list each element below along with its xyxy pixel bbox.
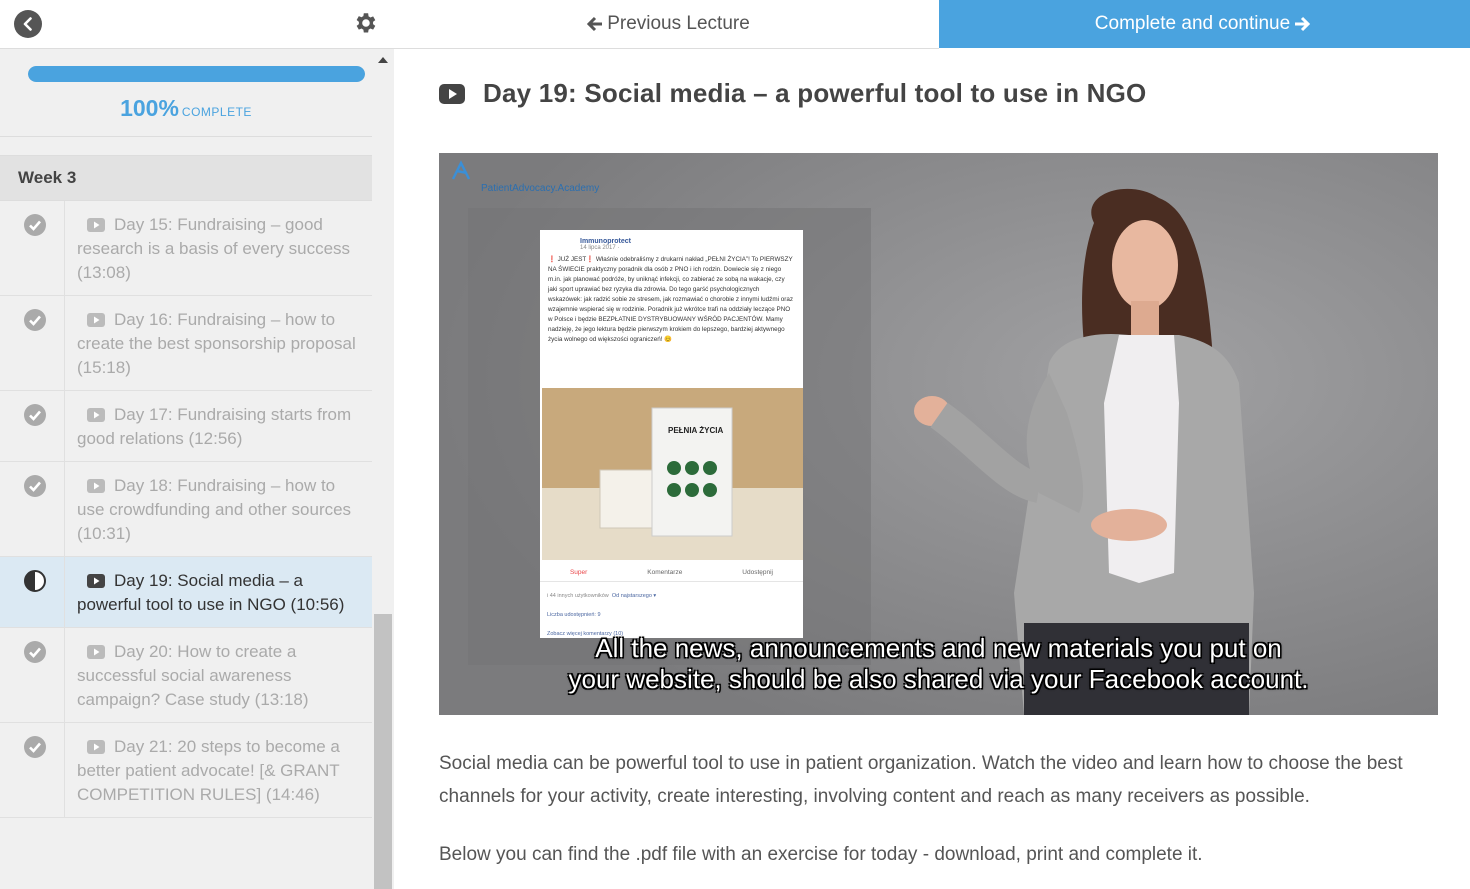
progress-text: 100% COMPLETE <box>0 95 372 122</box>
scroll-up-arrow-icon[interactable] <box>378 57 388 63</box>
section-title: Week 3 <box>0 155 372 201</box>
lecture-status <box>0 201 65 295</box>
previous-lecture-button[interactable]: Previous Lecture <box>394 0 939 49</box>
fb-share-label: Udostępnij <box>742 569 773 576</box>
scrollbar-thumb[interactable] <box>374 614 392 889</box>
lecture-item[interactable]: Day 17: Fundraising starts from good rel… <box>0 391 372 462</box>
fb-post-header: Immunoprotect 14 lipca 2017 · <box>540 230 803 251</box>
sidebar-scrollbar[interactable] <box>372 49 394 889</box>
back-button[interactable] <box>14 10 42 38</box>
progress-label: COMPLETE <box>181 105 252 119</box>
subtitle-line-2: your website, should be also shared via … <box>568 664 1309 694</box>
lecture-item[interactable]: Day 19: Social media – a powerful tool t… <box>0 557 372 628</box>
lecture-description: Social media can be powerful tool to use… <box>439 753 1403 807</box>
youtube-play-icon <box>87 574 105 588</box>
arrow-right-icon <box>1295 16 1311 32</box>
lecture-label: Day 15: Fundraising – good research is a… <box>77 215 351 282</box>
complete-and-continue-button[interactable]: Complete and continue <box>939 0 1470 48</box>
lecture-list: Day 15: Fundraising – good research is a… <box>0 201 372 818</box>
lecture-item[interactable]: Day 18: Fundraising – how to use crowdfu… <box>0 462 372 557</box>
lecture-item[interactable]: Day 16: Fundraising – how to create the … <box>0 296 372 391</box>
subtitle-line-1: All the news, announcements and new mate… <box>595 633 1282 663</box>
lecture-title: Day 19: Social media – a powerful tool t… <box>483 78 1147 108</box>
lecture-label: Day 21: 20 steps to become a better pati… <box>77 737 340 804</box>
lecture-label: Day 20: How to create a successful socia… <box>77 642 309 709</box>
lecture-item[interactable]: Day 21: 20 steps to become a better pati… <box>0 723 372 818</box>
youtube-play-icon <box>87 408 105 422</box>
book-title: PEŁNIA ŻYCIA <box>668 426 724 435</box>
fb-sort: Od najstarszego ▾ <box>611 593 657 599</box>
fb-post-image: PEŁNIA ŻYCIA <box>542 388 803 560</box>
half-circle-icon <box>24 570 46 592</box>
youtube-play-icon <box>87 313 105 327</box>
youtube-play-icon <box>439 83 465 104</box>
youtube-play-icon <box>87 479 105 493</box>
lecture-status <box>0 557 65 627</box>
facebook-post-screenshot: Immunoprotect 14 lipca 2017 · ❗ JUŻ JEST… <box>540 230 803 638</box>
lecture-status <box>0 723 65 817</box>
gear-icon[interactable] <box>352 10 378 36</box>
progress-percent: 100% <box>120 95 179 121</box>
check-circle-icon <box>24 404 46 426</box>
lecture-status <box>0 462 65 556</box>
youtube-play-icon <box>87 218 105 232</box>
sidebar-header <box>0 0 394 49</box>
previous-lecture-label: Previous Lecture <box>607 13 750 34</box>
lecture-status <box>0 296 65 390</box>
video-brand: PatientAdvocacy.Academy <box>481 183 600 194</box>
check-circle-icon <box>24 475 46 497</box>
lecture-status <box>0 391 65 461</box>
course-sidebar: 100% COMPLETE Week 3 Day 15: Fundraising … <box>0 0 394 889</box>
lecture-heading: Day 19: Social media – a powerful tool t… <box>439 78 1146 109</box>
book-photo <box>542 388 803 560</box>
check-circle-icon <box>24 309 46 331</box>
fb-reaction-super: Super <box>569 569 588 576</box>
fb-post-actions: Super Komentarze Udostępnij <box>540 564 803 582</box>
lecture-download-note: Below you can find the .pdf file with an… <box>439 844 1203 865</box>
fb-post-text: ❗ JUŻ JEST❗ Właśnie odebraliśmy z drukar… <box>548 256 793 343</box>
video-subtitle: All the news, announcements and new mate… <box>439 633 1438 695</box>
check-circle-icon <box>24 214 46 236</box>
lecture-item[interactable]: Day 15: Fundraising – good research is a… <box>0 201 372 296</box>
lecture-label: Day 18: Fundraising – how to use crowdfu… <box>77 476 352 543</box>
youtube-play-icon <box>87 740 105 754</box>
fb-comment-label: Komentarze <box>647 569 683 576</box>
fb-reactions-count: i 44 innych użytkowników <box>547 593 609 599</box>
chevron-left-icon <box>23 17 32 31</box>
fb-shares-count: Liczba udostępnień: 9 <box>547 612 601 618</box>
youtube-play-icon <box>87 645 105 659</box>
lecture-label: Day 16: Fundraising – how to create the … <box>77 310 356 377</box>
check-circle-icon <box>24 736 46 758</box>
progress-bar <box>28 66 365 82</box>
course-progress: 100% COMPLETE <box>0 49 372 137</box>
lecture-label: Day 19: Social media – a powerful tool t… <box>77 571 345 614</box>
arrow-left-icon <box>587 16 603 32</box>
check-circle-icon <box>24 641 46 663</box>
complete-and-continue-label: Complete and continue <box>1094 13 1291 34</box>
lecture-status <box>0 628 65 722</box>
fb-page-name: Immunoprotect <box>580 238 631 245</box>
lecture-item[interactable]: Day 20: How to create a successful socia… <box>0 628 372 723</box>
lecture-label: Day 17: Fundraising starts from good rel… <box>77 405 352 448</box>
progress-bar-fill <box>28 66 365 82</box>
video-player[interactable]: PatientAdvocacy.Academy Immunoprotect 14… <box>439 153 1438 715</box>
sidebar-scroll-area: 100% COMPLETE Week 3 Day 15: Fundraising … <box>0 49 372 889</box>
